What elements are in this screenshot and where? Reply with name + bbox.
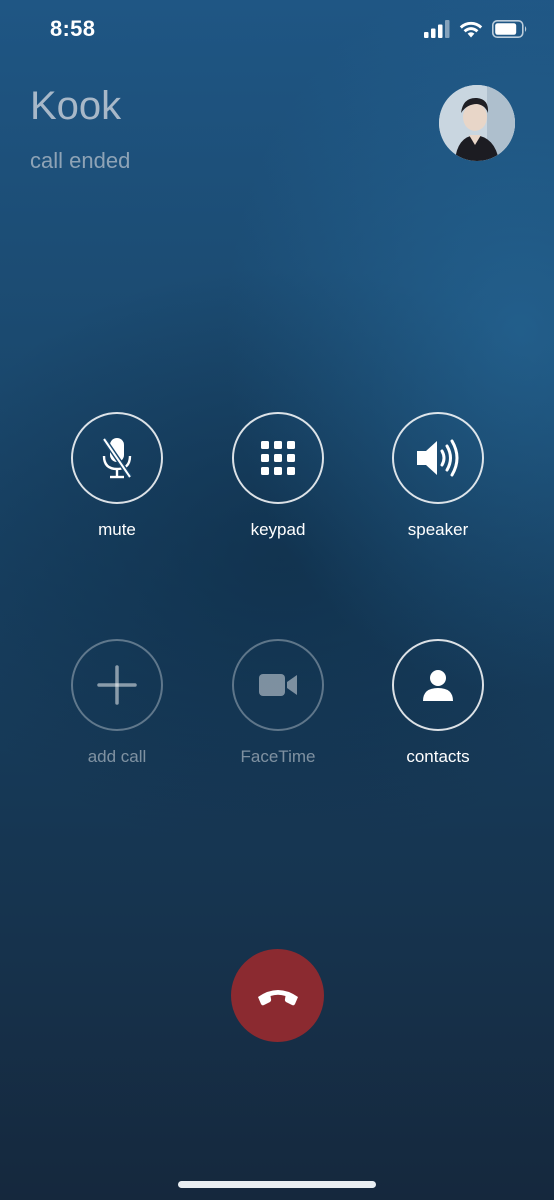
- contacts-label: contacts: [406, 747, 470, 766]
- add-call-label: add call: [87, 747, 147, 766]
- status-icons: [424, 20, 528, 38]
- facetime-label: FaceTime: [240, 747, 316, 766]
- speaker-button[interactable]: speaker: [378, 412, 498, 540]
- cellular-signal-icon: [424, 20, 450, 38]
- speaker-label: speaker: [407, 520, 469, 539]
- phone-hangup-icon: [257, 989, 298, 1005]
- mute-button[interactable]: mute: [57, 412, 177, 540]
- home-indicator: [178, 1181, 376, 1188]
- mic-slash-icon: [101, 437, 133, 479]
- wifi-icon: [459, 21, 483, 38]
- status-bar: 8:58: [0, 0, 554, 60]
- avatar: [439, 85, 515, 161]
- contacts-button[interactable]: contacts: [378, 639, 498, 767]
- facetime-circle[interactable]: [232, 639, 324, 731]
- keypad-grid-icon: [261, 441, 295, 475]
- battery-icon: [492, 20, 527, 38]
- call-status: call ended: [30, 148, 131, 173]
- speaker-circle[interactable]: [392, 412, 484, 504]
- contacts-circle[interactable]: [392, 639, 484, 731]
- speaker-wave-icon: [417, 439, 459, 477]
- caller-name: Kook: [30, 84, 122, 128]
- plus-icon: [97, 665, 137, 705]
- status-time: 8:58: [50, 16, 96, 41]
- keypad-circle[interactable]: [232, 412, 324, 504]
- person-icon: [423, 670, 453, 701]
- video-camera-icon: [259, 674, 297, 696]
- contact-photo: [439, 85, 515, 161]
- facetime-button[interactable]: FaceTime: [218, 639, 338, 767]
- keypad-button[interactable]: keypad: [218, 412, 338, 540]
- add-call-circle[interactable]: [71, 639, 163, 731]
- end-call-button[interactable]: [231, 949, 324, 1042]
- add-call-button[interactable]: add call: [57, 639, 177, 767]
- mute-circle[interactable]: [71, 412, 163, 504]
- mute-label: mute: [98, 520, 136, 539]
- keypad-label: keypad: [250, 520, 306, 539]
